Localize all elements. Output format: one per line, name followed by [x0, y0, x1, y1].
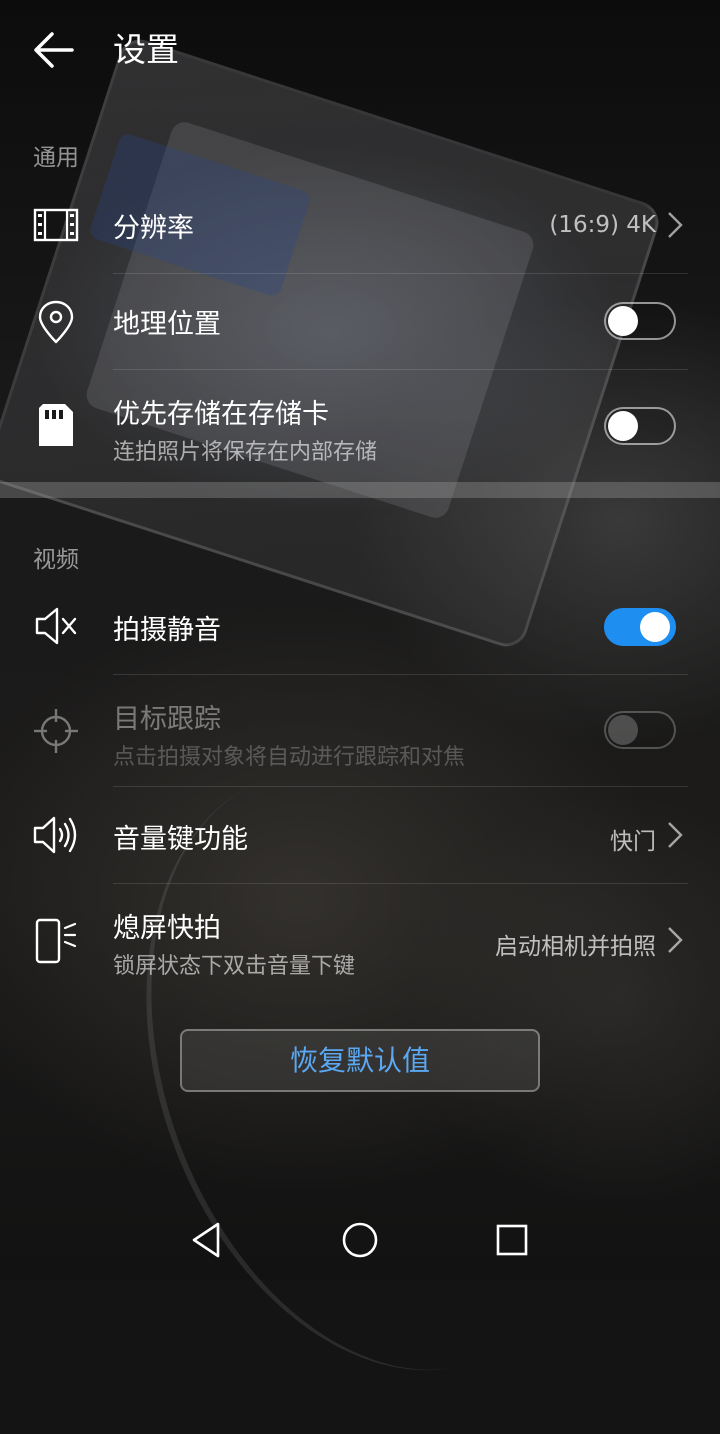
- restore-defaults-button[interactable]: 恢复默认值: [180, 1029, 540, 1092]
- snapshot-label: 熄屏快拍: [113, 913, 221, 944]
- setting-resolution[interactable]: 分辨率 (16:9) 4K: [0, 176, 720, 274]
- switch-knob: [608, 715, 638, 745]
- chevron-right-icon: [666, 925, 684, 955]
- app-bar: 设置: [0, 0, 720, 100]
- chevron-right-icon: [666, 820, 684, 850]
- setting-sd-storage[interactable]: 优先存储在存储卡 连拍照片将保存在内部存储: [0, 370, 720, 482]
- circle-home-icon: [342, 1222, 378, 1258]
- switch-knob: [608, 411, 638, 441]
- setting-volume-key[interactable]: 音量键功能 快门: [0, 787, 720, 883]
- film-icon: [33, 202, 79, 248]
- switch-knob: [640, 612, 670, 642]
- location-label: 地理位置: [113, 309, 221, 340]
- sd-storage-label: 优先存储在存储卡: [113, 399, 329, 430]
- nav-back-button[interactable]: [186, 1220, 226, 1260]
- mute-label: 拍摄静音: [113, 615, 221, 646]
- chevron-right-icon: [666, 210, 684, 240]
- section-title-video: 视频: [33, 547, 79, 573]
- speaker-volume-icon: [33, 812, 79, 858]
- crosshair-icon: [33, 708, 79, 754]
- sd-storage-subtitle: 连拍照片将保存在内部存储: [113, 440, 378, 465]
- mute-switch[interactable]: [604, 608, 676, 646]
- arrow-left-icon: [34, 32, 74, 68]
- snapshot-subtitle: 锁屏状态下双击音量下键: [113, 954, 356, 979]
- speaker-mute-icon: [33, 603, 79, 649]
- setting-snapshot[interactable]: 熄屏快拍 锁屏状态下双击音量下键 启动相机并拍照: [0, 884, 720, 996]
- phone-snapshot-icon: [33, 918, 79, 964]
- setting-tracking[interactable]: 目标跟踪 点击拍摄对象将自动进行跟踪和对焦: [0, 675, 720, 787]
- resolution-value: (16:9) 4K: [549, 212, 656, 238]
- nav-recents-button[interactable]: [492, 1220, 532, 1260]
- volume-key-value: 快门: [610, 829, 656, 855]
- system-nav-bar: [0, 1200, 720, 1280]
- sd-card-icon: [33, 402, 79, 448]
- snapshot-value: 启动相机并拍照: [495, 934, 656, 960]
- setting-mute[interactable]: 拍摄静音: [0, 578, 720, 674]
- tracking-switch[interactable]: [604, 711, 676, 749]
- section-title-general: 通用: [33, 145, 79, 171]
- back-button[interactable]: [28, 24, 80, 76]
- triangle-back-icon: [192, 1222, 220, 1258]
- square-recents-icon: [496, 1224, 528, 1256]
- page-title: 设置: [113, 30, 179, 69]
- tracking-subtitle: 点击拍摄对象将自动进行跟踪和对焦: [113, 745, 466, 770]
- tracking-label: 目标跟踪: [113, 704, 221, 735]
- volume-key-label: 音量键功能: [113, 824, 248, 855]
- settings-screen: 设置 通用 分辨率 (16:9) 4K 地理位置 优先存储在存储卡 连拍照片将保…: [0, 0, 720, 1280]
- setting-location[interactable]: 地理位置: [0, 274, 720, 370]
- switch-knob: [608, 306, 638, 336]
- sd-storage-switch[interactable]: [604, 407, 676, 445]
- section-separator: [0, 482, 720, 498]
- location-pin-icon: [33, 299, 79, 345]
- location-switch[interactable]: [604, 302, 676, 340]
- resolution-label: 分辨率: [113, 213, 194, 244]
- nav-home-button[interactable]: [340, 1220, 380, 1260]
